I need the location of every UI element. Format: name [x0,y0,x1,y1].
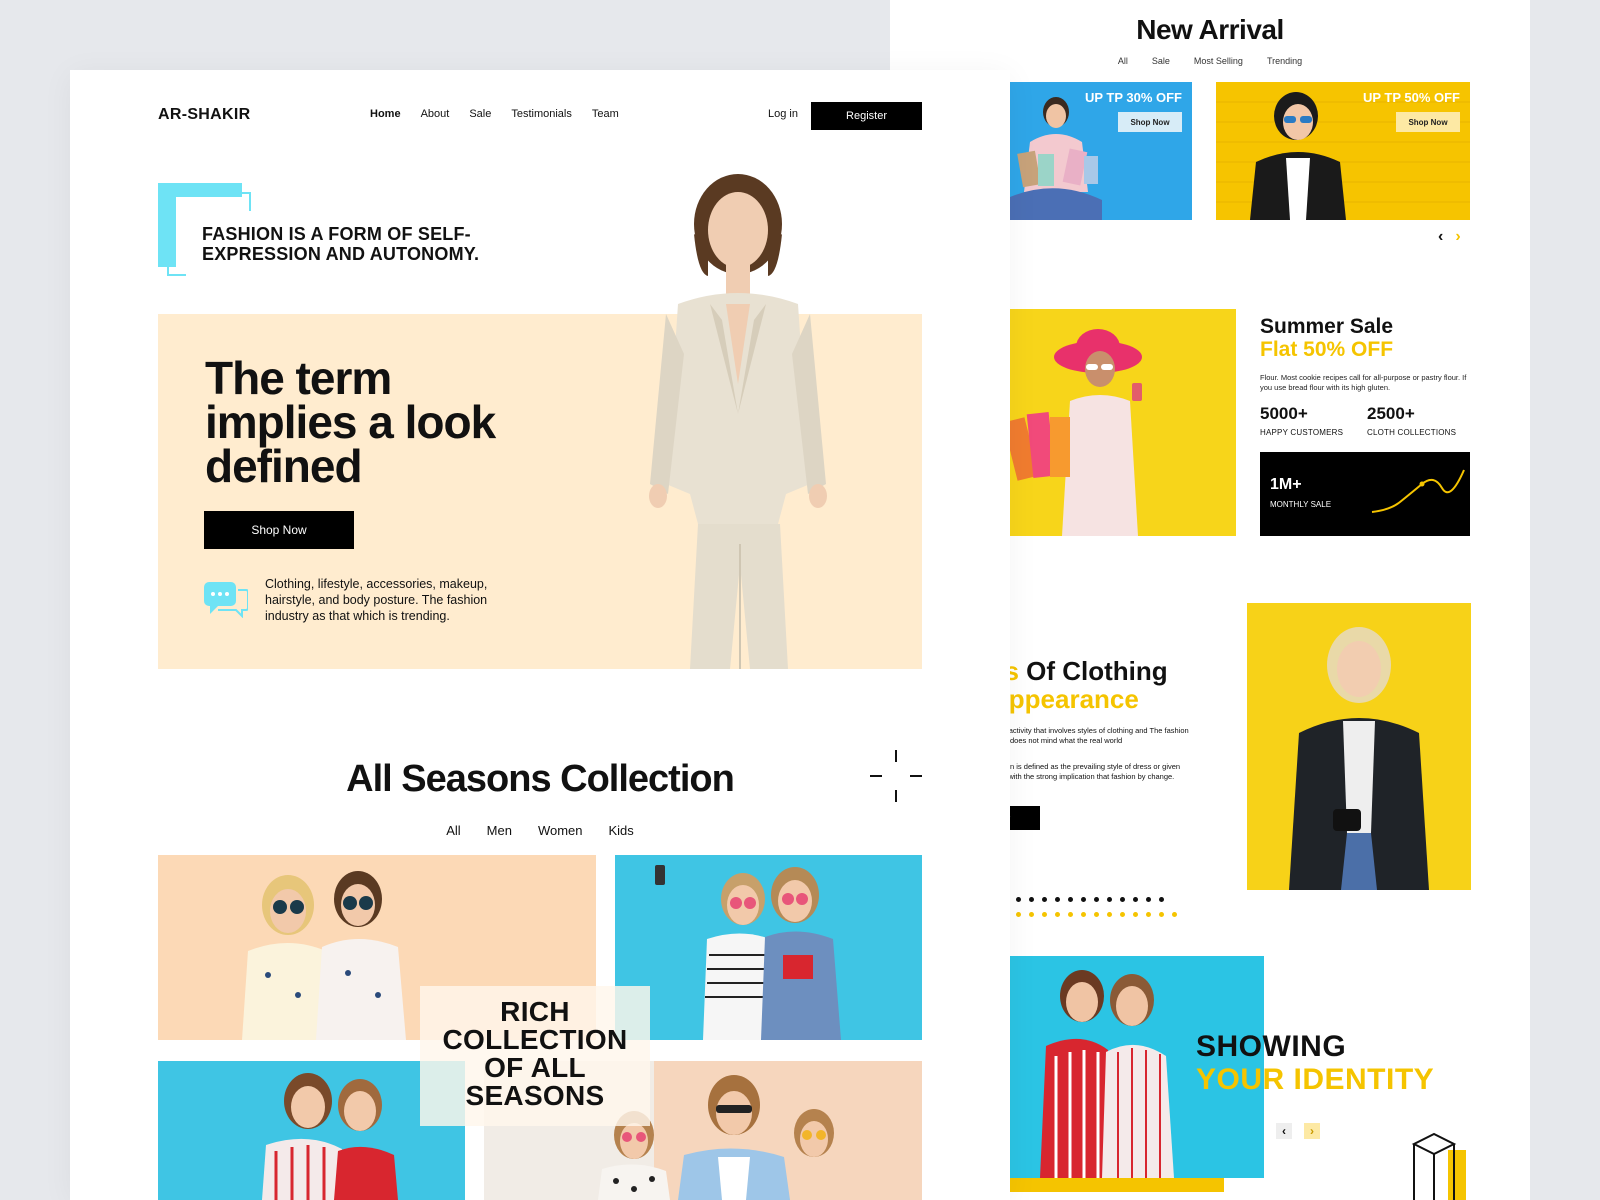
cube-outline-icon [1411,1132,1466,1200]
tab-trending[interactable]: Trending [1267,56,1302,66]
chevron-left-icon[interactable]: ‹ [1438,228,1443,246]
identity-arrows: ‹ › [1276,1123,1320,1139]
shop-now-button[interactable]: Shop Now [204,511,354,549]
hero-title-line: implies a look [205,396,496,448]
hero-title: The term implies a look defined [205,352,535,492]
tab-all[interactable]: All [1118,56,1128,66]
summer-sale-description: Flour. Most cookie recipes call for all-… [1260,373,1467,392]
overlay-line: OF ALL [484,1052,586,1083]
tab-women[interactable]: Women [538,823,583,838]
new-arrival-tabs: All Sale Most Selling Trending [890,56,1530,66]
chevron-right-icon[interactable]: › [1455,228,1460,246]
identity-title-accent: YOUR IDENTITY [1196,1063,1435,1096]
overlay-line: RICH [500,996,570,1027]
collection-photo[interactable] [615,855,922,1040]
clothing-title: es Of Clothing Appearance [990,657,1168,713]
dots-decoration-yellow [990,912,1177,917]
chat-bubbles-icon [204,582,248,618]
trend-line-icon [1371,469,1465,513]
summer-sale-title: Summer Sale [1260,315,1394,338]
new-arrival-title: New Arrival [1136,14,1284,45]
chevron-left-icon[interactable]: ‹ [1276,1123,1292,1139]
tagline-line: FASHION IS A FORM OF SELF- [202,224,471,244]
identity-accent-bar [990,1178,1224,1192]
tab-sale[interactable]: Sale [1152,56,1170,66]
main-landing-page: AR-SHAKIR Home About Sale Testimonials T… [70,70,1010,1200]
login-link[interactable]: Log in [768,108,798,120]
stat-label: CLOTH COLLECTIONS [1367,428,1457,437]
collection-title: All Seasons Collection [346,758,735,800]
hero-title-line: defined [205,440,363,492]
blonde-woman-photo [1247,603,1471,890]
nav-about[interactable]: About [421,108,450,120]
brand-logo[interactable]: AR-SHAKIR [158,106,250,124]
stat-value: 2500+ [1367,404,1415,423]
hero-title-line: The term [205,352,392,404]
monthly-sale-card: 1M+ MONTHLY SALE [1260,452,1470,536]
hero-tagline: FASHION IS A FORM OF SELF- EXPRESSION AN… [202,224,479,264]
tab-kids[interactable]: Kids [609,823,634,838]
overlay-line: COLLECTION [442,1024,628,1055]
summer-sale-photo [1000,309,1236,536]
monthly-sale-value: 1M+ [1270,476,1302,493]
tab-men[interactable]: Men [487,823,512,838]
clothing-title-line2: Appearance [990,684,1139,714]
shop-now-button[interactable]: Shop Now [1396,112,1460,132]
overlay-line: SEASONS [465,1080,605,1111]
clothing-title-rest: Of Clothing [1018,656,1168,686]
nav-home[interactable]: Home [370,108,401,120]
stat-label: HAPPY CUSTOMERS [1260,428,1344,437]
hero-description: Clothing, lifestyle, accessories, makeup… [265,577,488,623]
collection-photo[interactable] [158,1061,465,1200]
suited-model-photo [649,174,827,669]
tagline-line: EXPRESSION AND AUTONOMY. [202,244,480,264]
monthly-sale-label: MONTHLY SALE [1270,500,1332,509]
register-button[interactable]: Register [811,102,922,130]
chevron-right-icon[interactable]: › [1304,1123,1320,1139]
main-nav: Home About Sale Testimonials Team [370,108,619,120]
crosshair-icon [870,750,922,802]
summer-sale-subtitle: Flat 50% OFF [1260,338,1394,361]
shop-now-button[interactable]: Shop Now [1118,112,1182,132]
carousel-arrows: ‹ › [1438,228,1461,246]
tab-all[interactable]: All [446,823,460,838]
nav-sale[interactable]: Sale [469,108,491,120]
stat-value: 5000+ [1260,404,1308,423]
tab-most-selling[interactable]: Most Selling [1194,56,1243,66]
dots-decoration [990,897,1164,902]
collection-overlay-text: RICH COLLECTION OF ALL SEASONS [420,998,650,1110]
clothing-paragraph: ea of activity that involves styles of c… [990,726,1189,745]
nav-testimonials[interactable]: Testimonials [511,108,572,120]
clothing-paragraph: fashion is defined as the prevailing sty… [990,762,1181,781]
promo-label: UP TP 30% OFF [1084,90,1182,105]
promo-label: UP TP 50% OFF [1362,90,1460,105]
nav-team[interactable]: Team [592,108,619,120]
promo-card-30[interactable]: UP TP 30% OFF Shop Now [1000,82,1192,220]
collection-tabs: All Men Women Kids [70,823,1010,838]
identity-title: SHOWING [1196,1030,1347,1063]
promo-card-50[interactable]: UP TP 50% OFF Shop Now [1216,82,1470,220]
